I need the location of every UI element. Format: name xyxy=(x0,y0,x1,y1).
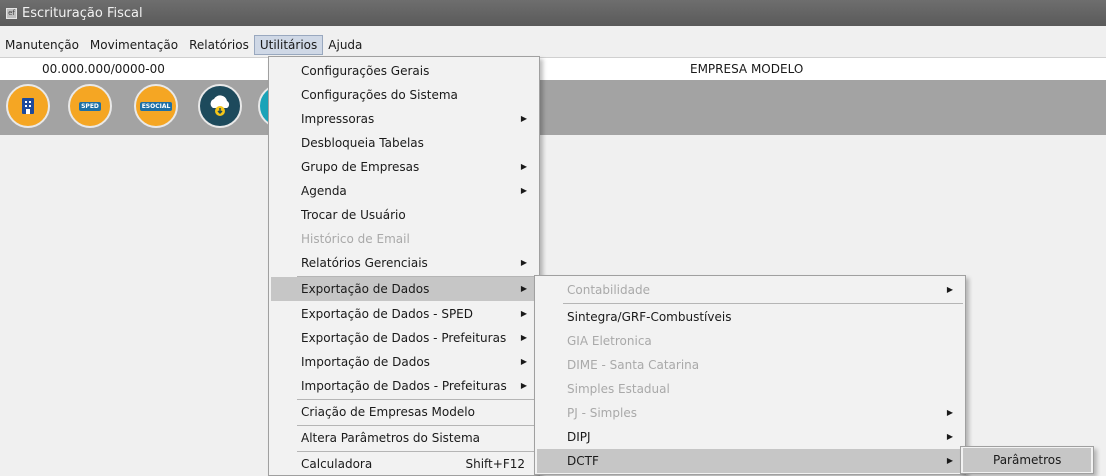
menu-item-label: Criação de Empresas Modelo xyxy=(301,405,475,419)
menu-item-label: Histórico de Email xyxy=(301,232,410,246)
menu-item-dctf[interactable]: DCTF ▶ xyxy=(537,449,963,473)
menu-separator xyxy=(563,303,963,304)
menu-item-label: Parâmetros xyxy=(993,453,1062,467)
menu-item-label: Agenda xyxy=(301,184,347,198)
menu-item-label: Exportação de Dados - SPED xyxy=(301,307,473,321)
submenu-arrow-icon: ▶ xyxy=(520,258,527,267)
menu-item-importacao-dados[interactable]: Importação de Dados ▶ xyxy=(271,350,537,374)
menu-item-label: Impressoras xyxy=(301,112,375,126)
dctf-submenu: Parâmetros xyxy=(960,446,1094,474)
menu-item-simples-estadual: Simples Estadual xyxy=(537,377,963,401)
menu-utilitarios[interactable]: Utilitários xyxy=(253,35,324,55)
menu-item-pj-simples: PJ - Simples ▶ xyxy=(537,401,963,425)
menu-item-parametros[interactable]: Parâmetros xyxy=(963,448,1091,472)
menu-item-gia-eletronica: GIA Eletronica xyxy=(537,329,963,353)
empresa-icon[interactable] xyxy=(6,84,50,128)
submenu-arrow-icon: ▶ xyxy=(520,186,527,195)
submenu-arrow-icon: ▶ xyxy=(520,284,527,293)
submenu-arrow-icon: ▶ xyxy=(520,162,527,171)
menu-item-label: DIME - Santa Catarina xyxy=(567,358,700,372)
menu-item-dipj[interactable]: DIPJ ▶ xyxy=(537,425,963,449)
menu-manutencao[interactable]: Manutenção xyxy=(0,36,84,54)
submenu-arrow-icon: ▶ xyxy=(520,357,527,366)
menu-relatorios[interactable]: Relatórios xyxy=(184,36,254,54)
company-cnpj: 00.000.000/0000-00 xyxy=(42,62,165,76)
submenu-arrow-icon: ▶ xyxy=(946,285,953,294)
submenu-arrow-icon: ▶ xyxy=(946,456,953,465)
menu-item-relatorios-gerenciais[interactable]: Relatórios Gerenciais ▶ xyxy=(271,251,537,275)
menu-item-label: Contabilidade xyxy=(567,283,650,297)
menu-item-calculadora[interactable]: Calculadora Shift+F12 xyxy=(271,452,537,476)
title-bar: ef Escrituração Fiscal xyxy=(0,0,1106,26)
menu-item-label: PJ - Simples xyxy=(567,406,637,420)
menu-item-agenda[interactable]: Agenda ▶ xyxy=(271,179,537,203)
menu-item-trocar-usuario[interactable]: Trocar de Usuário xyxy=(271,203,537,227)
utilitarios-menu: Configurações Gerais Configurações do Si… xyxy=(268,56,540,476)
cloud-icon xyxy=(210,95,230,116)
menu-item-label: DCTF xyxy=(567,454,599,468)
submenu-arrow-icon: ▶ xyxy=(520,333,527,342)
menu-item-historico-email: Histórico de Email xyxy=(271,227,537,251)
exportacao-submenu: Contabilidade ▶ Sintegra/GRF-Combustíveis… xyxy=(534,275,966,475)
building-icon xyxy=(22,98,34,114)
menu-item-label: Grupo de Empresas xyxy=(301,160,420,174)
menu-item-label: Configurações Gerais xyxy=(301,64,430,78)
sped-icon[interactable]: SPED xyxy=(68,84,112,128)
menu-item-impressoras[interactable]: Impressoras ▶ xyxy=(271,107,537,131)
toolbar: SPED ESOCIAL xyxy=(0,80,1106,135)
menu-item-label: Exportação de Dados - Prefeituras xyxy=(301,331,507,345)
window-title: Escrituração Fiscal xyxy=(22,5,143,21)
menu-item-label: Simples Estadual xyxy=(567,382,670,396)
menu-item-label: Relatórios Gerenciais xyxy=(301,256,428,270)
menu-item-exportacao-dados-prefeituras[interactable]: Exportação de Dados - Prefeituras ▶ xyxy=(271,326,537,350)
company-info-bar: 00.000.000/0000-00 EMPRESA MODELO xyxy=(0,57,1106,81)
menu-item-label: Sintegra/GRF-Combustíveis xyxy=(567,310,732,324)
menu-item-label: Desbloqueia Tabelas xyxy=(301,136,424,150)
menu-item-importacao-dados-prefeituras[interactable]: Importação de Dados - Prefeituras ▶ xyxy=(271,374,537,398)
menu-item-desbloqueia-tabelas[interactable]: Desbloqueia Tabelas xyxy=(271,131,537,155)
menu-item-label: Configurações do Sistema xyxy=(301,88,458,102)
menu-item-label: DIPJ xyxy=(567,430,591,444)
company-name: EMPRESA MODELO xyxy=(690,62,804,76)
submenu-arrow-icon: ▶ xyxy=(520,114,527,123)
menu-item-exportacao-dados-sped[interactable]: Exportação de Dados - SPED ▶ xyxy=(271,302,537,326)
esocial-label: ESOCIAL xyxy=(139,101,173,111)
menu-item-label: Altera Parâmetros do Sistema xyxy=(301,431,481,445)
menu-item-label: Importação de Dados - Prefeituras xyxy=(301,379,507,393)
menu-movimentacao[interactable]: Movimentação xyxy=(85,36,183,54)
cloud-download-icon[interactable] xyxy=(198,84,242,128)
app-icon: ef xyxy=(6,7,17,19)
esocial-icon[interactable]: ESOCIAL xyxy=(134,84,178,128)
sped-label: SPED xyxy=(79,101,101,111)
submenu-arrow-icon: ▶ xyxy=(946,408,953,417)
menu-ajuda[interactable]: Ajuda xyxy=(323,36,367,54)
menu-item-contabilidade: Contabilidade ▶ xyxy=(537,278,963,302)
menu-item-grupo-empresas[interactable]: Grupo de Empresas ▶ xyxy=(271,155,537,179)
submenu-arrow-icon: ▶ xyxy=(520,381,527,390)
menu-item-label: Calculadora xyxy=(301,457,373,471)
submenu-arrow-icon: ▶ xyxy=(520,309,527,318)
menu-item-label: Trocar de Usuário xyxy=(301,208,406,222)
menu-bar: Manutenção Movimentação Relatórios Utili… xyxy=(0,34,1106,56)
menu-item-criacao-empresas-modelo[interactable]: Criação de Empresas Modelo xyxy=(271,400,537,424)
menu-item-configuracoes-sistema[interactable]: Configurações do Sistema xyxy=(271,83,537,107)
menu-item-sintegra[interactable]: Sintegra/GRF-Combustíveis xyxy=(537,305,963,329)
menu-item-label: GIA Eletronica xyxy=(567,334,652,348)
menu-item-dime: DIME - Santa Catarina xyxy=(537,353,963,377)
submenu-arrow-icon: ▶ xyxy=(946,432,953,441)
menu-item-exportacao-dados[interactable]: Exportação de Dados ▶ xyxy=(271,277,537,301)
menu-item-configuracoes-gerais[interactable]: Configurações Gerais xyxy=(271,59,537,83)
menu-item-label: Exportação de Dados xyxy=(301,282,430,296)
menu-item-altera-parametros[interactable]: Altera Parâmetros do Sistema xyxy=(271,426,537,450)
shortcut-label: Shift+F12 xyxy=(465,457,525,471)
menu-item-label: Importação de Dados xyxy=(301,355,430,369)
